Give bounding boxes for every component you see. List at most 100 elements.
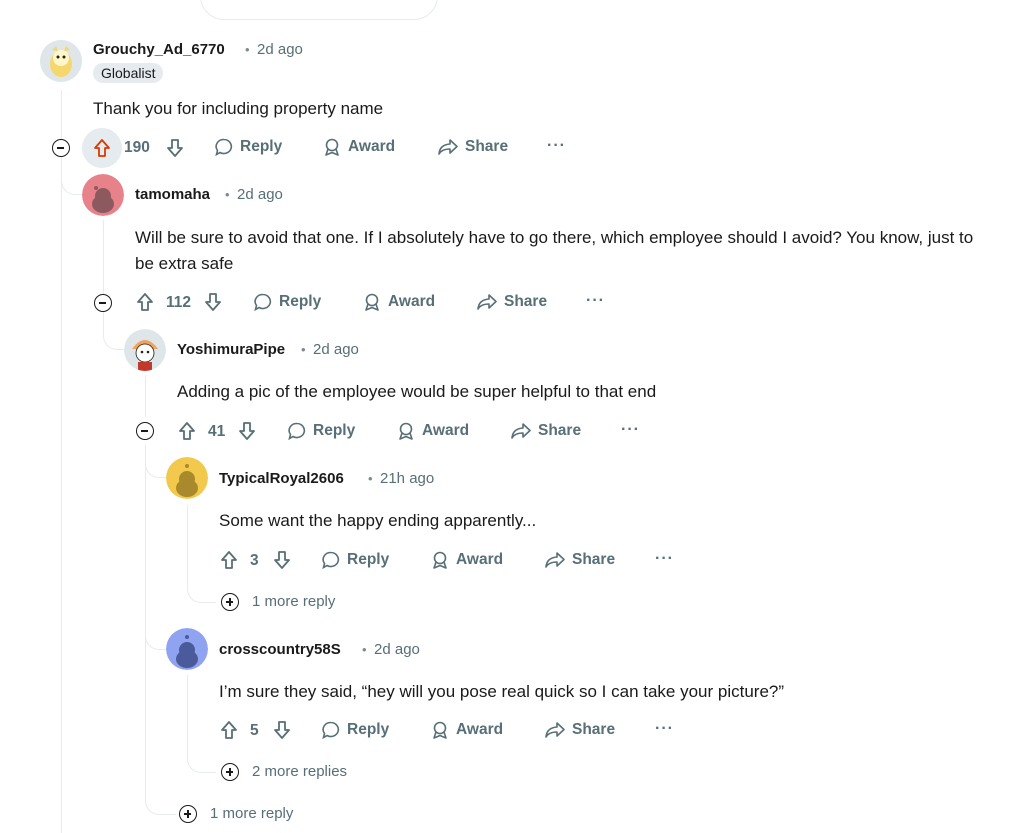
thread-elbow: [61, 160, 82, 195]
thread-line[interactable]: [61, 90, 62, 833]
award-button[interactable]: Award: [396, 421, 469, 441]
avatar[interactable]: [166, 628, 208, 670]
award-button[interactable]: Award: [362, 292, 435, 312]
award-button[interactable]: Award: [430, 720, 503, 740]
username[interactable]: tamomaha: [135, 186, 210, 203]
timestamp[interactable]: 2d ago: [374, 641, 420, 658]
timestamp[interactable]: 21h ago: [380, 470, 434, 487]
comment-body: Adding a pic of the employee would be su…: [177, 382, 657, 401]
share-icon: [545, 722, 565, 738]
user-flair: Globalist: [93, 63, 164, 83]
award-icon: [365, 293, 379, 311]
downvote-icon[interactable]: [203, 292, 223, 312]
share-button[interactable]: Share: [476, 292, 547, 312]
username[interactable]: YoshimuraPipe: [177, 341, 285, 358]
share-label: Share: [538, 422, 582, 439]
share-label: Share: [504, 293, 548, 310]
thread-line[interactable]: [145, 375, 146, 417]
comment-body: Thank you for including property name: [93, 99, 384, 118]
share-button[interactable]: Share: [437, 137, 508, 157]
reply-button[interactable]: Reply: [321, 720, 389, 740]
downvote-icon[interactable]: [272, 550, 292, 570]
timestamp[interactable]: 2d ago: [257, 41, 303, 58]
upvote-icon[interactable]: [219, 550, 239, 570]
separator-dot: •: [301, 342, 306, 357]
award-label: Award: [422, 422, 470, 439]
reply-button[interactable]: Reply: [287, 421, 355, 441]
more-replies-link[interactable]: 1 more reply: [210, 805, 293, 822]
reply-button[interactable]: Reply: [253, 292, 321, 312]
award-label: Award: [388, 293, 436, 310]
share-button[interactable]: Share: [544, 550, 615, 570]
reply-label: Reply: [347, 551, 390, 568]
username[interactable]: crosscountry58S: [219, 641, 341, 658]
vote-count: 3: [250, 552, 259, 569]
more-icon[interactable]: ···: [655, 550, 674, 568]
collapse-icon[interactable]: [52, 139, 70, 157]
thread-elbow: [187, 575, 216, 603]
collapse-icon[interactable]: [136, 422, 154, 440]
avatar[interactable]: [166, 457, 208, 499]
avatar-image: [166, 457, 208, 499]
collapse-icon[interactable]: [94, 294, 112, 312]
award-label: Award: [348, 138, 396, 155]
reply-button[interactable]: Reply: [321, 550, 389, 570]
avatar[interactable]: [124, 329, 166, 371]
more-replies-link[interactable]: 1 more reply: [252, 593, 335, 610]
comment-body: Some want the happy ending apparently...: [219, 511, 537, 530]
avatar-image: [82, 174, 124, 216]
vote-count: 41: [208, 423, 226, 440]
thread-line[interactable]: [145, 445, 146, 790]
username[interactable]: Grouchy_Ad_6770: [93, 41, 225, 58]
reply-icon: [322, 551, 340, 570]
avatar-image: [40, 40, 82, 82]
share-icon: [477, 294, 497, 310]
upvote-icon[interactable]: [177, 421, 197, 441]
award-button[interactable]: Award: [430, 550, 503, 570]
more-icon[interactable]: ···: [586, 292, 605, 310]
thread-elbow: [145, 625, 166, 650]
expand-icon[interactable]: [179, 805, 197, 823]
award-button[interactable]: Award: [322, 137, 395, 157]
more-icon[interactable]: ···: [621, 421, 640, 439]
separator-dot: •: [368, 471, 373, 486]
more-icon[interactable]: ···: [547, 137, 566, 155]
separator-dot: •: [245, 42, 250, 57]
avatar[interactable]: [40, 40, 82, 82]
award-icon: [399, 422, 413, 440]
thread-elbow: [145, 780, 176, 815]
reply-icon: [254, 293, 272, 312]
vote-count: 190: [124, 139, 150, 156]
upvote-icon[interactable]: [135, 292, 155, 312]
expand-icon[interactable]: [221, 593, 239, 611]
more-replies-link[interactable]: 2 more replies: [252, 763, 347, 780]
award-label: Award: [456, 721, 504, 738]
upvote-icon[interactable]: [219, 720, 239, 740]
upvote-icon[interactable]: [92, 138, 112, 158]
thread-line[interactable]: [187, 505, 188, 575]
more-icon[interactable]: ···: [655, 720, 674, 738]
share-button[interactable]: Share: [510, 421, 581, 441]
share-icon: [438, 139, 458, 155]
thread-elbow: [103, 315, 124, 350]
vote-count: 5: [250, 722, 259, 739]
thread-elbow: [145, 455, 166, 478]
comment-body: Will be sure to avoid that one. If I abs…: [135, 228, 974, 273]
timestamp[interactable]: 2d ago: [313, 341, 359, 358]
avatar-image: [124, 329, 166, 371]
reply-button[interactable]: Reply: [214, 137, 282, 157]
vote-count: 112: [166, 294, 192, 311]
thread-line[interactable]: [187, 675, 188, 745]
comment-body: I’m sure they said, “hey will you pose r…: [219, 682, 785, 701]
reply-icon: [322, 721, 340, 740]
timestamp[interactable]: 2d ago: [237, 186, 283, 203]
share-button[interactable]: Share: [544, 720, 615, 740]
avatar[interactable]: [82, 174, 124, 216]
downvote-icon[interactable]: [272, 720, 292, 740]
expand-icon[interactable]: [221, 763, 239, 781]
username[interactable]: TypicalRoyal2606: [219, 470, 344, 487]
reply-label: Reply: [240, 138, 283, 155]
downvote-icon[interactable]: [165, 138, 185, 158]
award-icon: [433, 721, 447, 739]
downvote-icon[interactable]: [237, 421, 257, 441]
